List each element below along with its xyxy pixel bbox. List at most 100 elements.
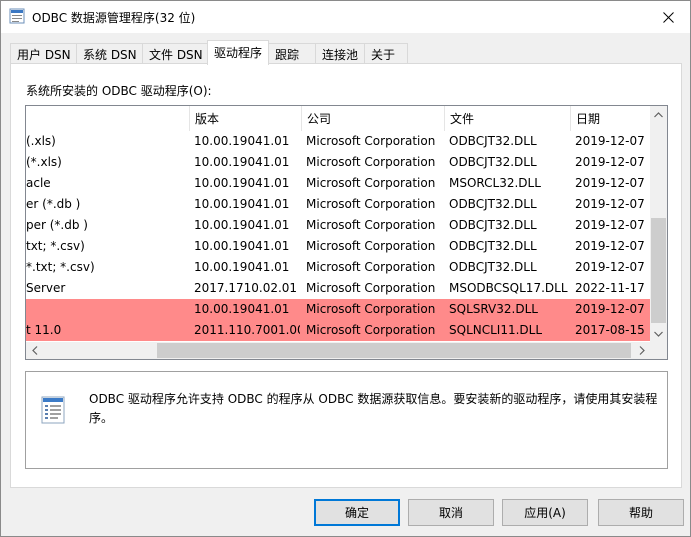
driver-date: 2019-12-07 <box>575 260 645 274</box>
driver-name: t 11.0 <box>26 323 62 337</box>
driver-name <box>26 299 186 320</box>
column-header-date[interactable]: 日期 <box>571 106 650 131</box>
tab-about[interactable]: 关于 <box>364 43 408 64</box>
driver-file: ODBCJT32.DLL <box>449 239 537 253</box>
driver-company: Microsoft Corporation <box>306 218 436 232</box>
driver-date: 2019-12-07 <box>575 197 645 211</box>
cancel-button[interactable]: 取消 <box>408 499 494 526</box>
help-button[interactable]: 帮助 <box>598 499 684 526</box>
driver-name: Server <box>26 281 66 295</box>
vertical-scroll-thumb[interactable] <box>651 218 666 323</box>
driver-company: Microsoft Corporation <box>306 134 436 148</box>
driver-company: Microsoft Corporation <box>306 281 436 295</box>
driver-name: txt; *.csv) <box>26 239 85 253</box>
driver-version: 10.00.19041.01 <box>194 176 290 190</box>
driver-name: per (*.db ) <box>26 218 88 232</box>
odbc-app-icon <box>9 8 25 24</box>
driver-name: (.xls) <box>26 134 56 148</box>
driver-file: ODBCJT32.DLL <box>449 218 537 232</box>
table-row[interactable]: (.xls) 10.00.19041.01 Microsoft Corporat… <box>26 131 650 152</box>
column-header-version[interactable]: 版本 <box>190 106 302 131</box>
scroll-right-button[interactable] <box>633 342 650 359</box>
close-button[interactable] <box>646 1 690 33</box>
driver-name: er (*.db ) <box>26 197 81 211</box>
table-row[interactable]: er (*.db ) 10.00.19041.01 Microsoft Corp… <box>26 194 650 215</box>
drivers-listview[interactable]: 版本 公司 文件 日期 (.xls) 10.00.19041.01 Micros… <box>25 105 668 360</box>
tab-user-dsn[interactable]: 用户 DSN <box>10 43 77 64</box>
table-row[interactable]: *.txt; *.csv) 10.00.19041.01 Microsoft C… <box>26 257 650 278</box>
window-title: ODBC 数据源管理程序(32 位) <box>32 11 196 25</box>
scroll-down-button[interactable] <box>650 325 667 342</box>
driver-version: 10.00.19041.01 <box>194 218 290 232</box>
title-bar[interactable]: ODBC 数据源管理程序(32 位) <box>1 1 690 33</box>
table-row-highlighted[interactable]: 10.00.19041.01 Microsoft Corporation SQL… <box>26 299 650 320</box>
driver-file: SQLNCLI11.DLL <box>449 323 543 337</box>
table-row[interactable]: acle 10.00.19041.01 Microsoft Corporatio… <box>26 173 650 194</box>
table-row[interactable]: (*.xls) 10.00.19041.01 Microsoft Corpora… <box>26 152 650 173</box>
vertical-scrollbar[interactable] <box>650 106 667 342</box>
chevron-left-icon <box>31 346 37 355</box>
column-header-file[interactable]: 文件 <box>445 106 571 131</box>
table-row-highlighted[interactable]: t 11.0 2011.110.7001.00 Microsoft Corpor… <box>26 320 650 341</box>
drivers-panel: 系统所安装的 ODBC 驱动程序(O): 版本 公司 文件 日期 (.xls) … <box>10 63 682 488</box>
apply-button[interactable]: 应用(A) <box>502 499 588 526</box>
table-row[interactable]: Server 2017.1710.02.01 Microsoft Corpora… <box>26 278 650 299</box>
driver-name: (*.xls) <box>26 155 62 169</box>
chevron-down-icon <box>654 331 663 337</box>
scroll-up-button[interactable] <box>650 106 667 123</box>
driver-file: ODBCJT32.DLL <box>449 155 537 169</box>
driver-file: ODBCJT32.DLL <box>449 260 537 274</box>
driver-version: 10.00.19041.01 <box>194 155 290 169</box>
driver-company: Microsoft Corporation <box>306 302 436 316</box>
tab-tracing[interactable]: 跟踪 <box>268 43 316 64</box>
column-header-name[interactable] <box>26 106 190 131</box>
info-groupbox: ODBC 驱动程序允许支持 ODBC 的程序从 ODBC 数据源获取信息。要安装… <box>25 371 668 469</box>
driver-version: 10.00.19041.01 <box>194 260 290 274</box>
driver-company: Microsoft Corporation <box>306 239 436 253</box>
driver-file: ODBCJT32.DLL <box>449 134 537 148</box>
driver-file: MSORCL32.DLL <box>449 176 541 190</box>
tab-drivers[interactable]: 驱动程序 <box>207 40 269 65</box>
driver-version: 10.00.19041.01 <box>194 197 290 211</box>
driver-date: 2017-08-15 <box>575 323 645 337</box>
driver-date: 2019-12-07 <box>575 155 645 169</box>
drivers-list-label: 系统所安装的 ODBC 驱动程序(O): <box>26 84 212 98</box>
driver-name: *.txt; *.csv) <box>26 260 95 274</box>
tab-connection-pooling[interactable]: 连接池 <box>315 43 365 64</box>
odbc-driver-icon <box>41 396 65 424</box>
info-description: ODBC 驱动程序允许支持 ODBC 的程序从 ODBC 数据源获取信息。要安装… <box>89 392 658 425</box>
listview-header: 版本 公司 文件 日期 <box>26 106 650 131</box>
driver-version: 2017.1710.02.01 <box>194 281 298 295</box>
driver-file: MSODBCSQL17.DLL <box>449 281 568 295</box>
table-row[interactable]: per (*.db ) 10.00.19041.01 Microsoft Cor… <box>26 215 650 236</box>
ok-button[interactable]: 确定 <box>314 499 400 526</box>
driver-name: acle <box>26 176 51 190</box>
driver-company: Microsoft Corporation <box>306 176 436 190</box>
driver-version: 10.00.19041.01 <box>194 302 290 316</box>
driver-company: Microsoft Corporation <box>306 323 436 337</box>
driver-company: Microsoft Corporation <box>306 155 436 169</box>
driver-file: ODBCJT32.DLL <box>449 197 537 211</box>
tab-file-dsn[interactable]: 文件 DSN <box>142 43 209 64</box>
odbc-admin-window: ODBC 数据源管理程序(32 位) 用户 DSN 系统 DSN 文件 DSN … <box>0 0 691 537</box>
driver-company: Microsoft Corporation <box>306 197 436 211</box>
horizontal-scrollbar[interactable] <box>26 342 650 359</box>
column-header-company[interactable]: 公司 <box>302 106 445 131</box>
close-icon <box>662 11 674 23</box>
scroll-left-button[interactable] <box>26 342 43 359</box>
table-row[interactable]: txt; *.csv) 10.00.19041.01 Microsoft Cor… <box>26 236 650 257</box>
listview-rows: (.xls) 10.00.19041.01 Microsoft Corporat… <box>26 131 650 341</box>
driver-version: 2011.110.7001.00 <box>194 323 300 337</box>
tab-system-dsn[interactable]: 系统 DSN <box>76 43 143 64</box>
driver-file: SQLSRV32.DLL <box>449 302 538 316</box>
driver-company: Microsoft Corporation <box>306 260 436 274</box>
scrollbar-corner <box>650 342 667 359</box>
driver-version: 10.00.19041.01 <box>194 134 290 148</box>
driver-date: 2022-11-17 <box>575 281 645 295</box>
driver-date: 2019-12-07 <box>575 302 645 316</box>
driver-version: 10.00.19041.01 <box>194 239 290 253</box>
driver-date: 2019-12-07 <box>575 176 645 190</box>
horizontal-scroll-thumb[interactable] <box>157 343 631 358</box>
driver-date: 2019-12-07 <box>575 134 645 148</box>
driver-date: 2019-12-07 <box>575 239 645 253</box>
